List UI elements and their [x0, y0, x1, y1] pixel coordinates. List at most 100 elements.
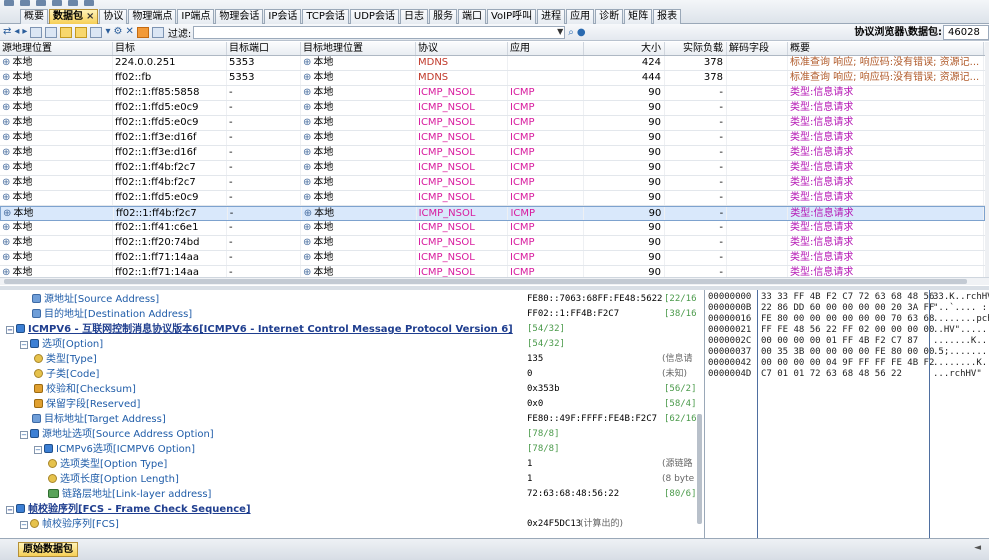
column-header[interactable]: 应用 [508, 42, 584, 55]
hex-row[interactable]: 00000037 00 35 3B 00 00 00 00 FE 80 00 00… [706, 347, 989, 358]
table-row[interactable]: ⊕ 本地 ff02::1:ff4b:f2c7- ⊕ 本地 ICMP_NSOL ICMP 90-… [0, 176, 985, 191]
tree-node[interactable]: − ICMPv6选项[ICMPV6 Option] [78/8] [0, 442, 704, 457]
table-row[interactable]: ⊕ 本地 ff02::1:ff71:14aa - ⊕ 本地 ICMP_NSOL ICMP 90-… [0, 251, 985, 266]
packet-count-field[interactable]: 46028 [943, 25, 989, 40]
export-icon[interactable] [151, 26, 164, 38]
table-row[interactable]: ⊕ 本地 ff02::1:ff85:5858- ⊕ 本地 ICMP_NSOL ICMP 90-… [0, 86, 985, 101]
highlight-icon[interactable] [75, 26, 88, 38]
tree-node[interactable]: 目的地址[Destination Address] FF02::1:FF4B:F2… [0, 307, 704, 322]
toolbar-icon[interactable] [20, 0, 30, 6]
tab-2[interactable]: 协议 [99, 9, 128, 24]
table-row[interactable]: ⊕ 本地 224.0.0.251 5353 ⊕ 本地 MDNS 424 378 标准查询 响应; … [0, 56, 985, 71]
tree-node[interactable]: 保留字段[Reserved] 0x0 [58/4] [0, 397, 704, 412]
tree-node[interactable]: 子类[Code] 0 (未知) [0, 367, 704, 382]
view-icon[interactable] [30, 26, 43, 38]
tab-9[interactable]: 日志 [399, 9, 428, 24]
forward-icon[interactable]: ▸ [22, 26, 27, 38]
hex-row[interactable]: 00000000 33 33 FF 4B F2 C7 72 63 68 48 56… [706, 292, 989, 303]
tree-node[interactable]: 目标地址[Target Address] FE80::49F:FFFF:FE4B:… [0, 412, 704, 427]
packet-list-vertical-scrollbar[interactable] [985, 42, 989, 277]
tab-12[interactable]: VoIP呼叫 [486, 9, 537, 24]
filter-wizard-icon[interactable]: ⇄ [3, 26, 11, 38]
tree-node[interactable]: − ICMPV6 - 互联网控制消息协议版本6[ICMPV6 - Internet… [0, 322, 704, 337]
table-row[interactable]: ⊕ 本地 ff02::fb 5353 ⊕ 本地 MDNS 444 378 标准查询 响应; 响应码… [0, 71, 985, 86]
column-header[interactable]: 协议 [416, 42, 508, 55]
collapse-toggle-icon[interactable]: − [20, 521, 28, 529]
toolbar-icon[interactable] [52, 0, 62, 6]
toolbar-icon[interactable] [36, 0, 46, 6]
table-row[interactable]: ⊕ 本地 ff02::1:ff41:c6e1- ⊕ 本地 ICMP_NSOL ICMP 90-… [0, 221, 985, 236]
column-header[interactable]: 大小 [584, 42, 665, 55]
tab-raw-packet[interactable]: 原始数据包 [18, 542, 78, 557]
toolbar-icon[interactable] [68, 0, 78, 6]
toolbar-icon[interactable] [84, 0, 94, 6]
tab-1[interactable]: 数据包 × [49, 9, 99, 24]
toolbar-icon[interactable] [4, 0, 14, 6]
collapse-toggle-icon[interactable]: − [20, 431, 28, 439]
tab-8[interactable]: UDP会话 [349, 9, 399, 24]
hex-row[interactable]: 00000042 00 00 00 00 04 9F FF FF FE 4B F2… [706, 358, 989, 369]
tree-node[interactable]: − 源地址选项[Source Address Option] [78/8] [0, 427, 704, 442]
help-icon[interactable]: ● [577, 27, 586, 38]
tab-10[interactable]: 服务 [428, 9, 457, 24]
view-icon[interactable] [45, 26, 58, 38]
table-row[interactable]: ⊕ 本地 ff02::1:ffd5:e0c9- ⊕ 本地 ICMP_NSOL ICMP 90-… [0, 116, 985, 131]
decode-tree-scrollbar[interactable] [697, 414, 702, 524]
column-header[interactable]: 概要 [788, 42, 984, 55]
column-header[interactable]: 目标 [113, 42, 227, 55]
tab-16[interactable]: 矩阵 [624, 9, 653, 24]
scroll-thumb[interactable] [4, 279, 967, 284]
tab-6[interactable]: IP会话 [264, 9, 302, 24]
collapse-toggle-icon[interactable]: − [6, 326, 14, 334]
tab-0[interactable]: 概要 [20, 9, 48, 24]
tree-node[interactable]: 链路层地址[Link-layer address] 72:63:68:48:56:… [0, 487, 704, 502]
tab-14[interactable]: 应用 [566, 9, 595, 24]
table-row[interactable]: ⊕ 本地 ff02::1:ff71:14aa - ⊕ 本地 ICMP_NSOL ICMP 90-… [0, 266, 985, 277]
column-header[interactable]: 目标地理位置 [301, 42, 416, 55]
tab-15[interactable]: 诊断 [595, 9, 624, 24]
tab-4[interactable]: IP端点 [177, 9, 215, 24]
layout-icon[interactable] [90, 26, 103, 38]
column-header[interactable]: 实际负载 [665, 42, 727, 55]
tree-node[interactable]: − 帧校验序列[FCS - Frame Check Sequence] [0, 502, 704, 517]
column-header[interactable]: 解码字段 [727, 42, 788, 55]
tree-node[interactable]: − 选项[Option] [54/32] [0, 337, 704, 352]
close-icon[interactable]: × [86, 11, 94, 22]
table-row[interactable]: ⊕ 本地 ff02::1:ff4b:f2c7- ⊕ 本地 ICMP_NSOL ICMP 90-… [0, 161, 985, 176]
collapse-toggle-icon[interactable]: − [6, 506, 14, 514]
chevron-down-icon[interactable]: ▼ [557, 27, 563, 36]
highlight-icon[interactable] [60, 26, 73, 38]
options-icon[interactable]: ⚙ [113, 26, 122, 38]
tree-node[interactable]: 源地址[Source Address] FE80::7063:68FF:FE48:… [0, 292, 704, 307]
hex-row[interactable]: 00000016 FE 80 00 00 00 00 00 00 70 63 68… [706, 314, 989, 325]
back-icon[interactable]: ◂ [14, 26, 19, 38]
hex-row[interactable]: 00000021 FF FE 48 56 22 FF 02 00 00 00 00… [706, 325, 989, 336]
decode-icon[interactable]: ▾ [105, 26, 110, 38]
table-row[interactable]: ⊕ 本地 ff02::1:ff4b:f2c7- ⊕ 本地 ICMP_NSOL ICMP 90-… [0, 206, 985, 221]
collapse-toggle-icon[interactable]: − [34, 446, 42, 454]
hex-row[interactable]: 0000002C 00 00 00 00 01 FF 4B F2 C7 87...… [706, 336, 989, 347]
tab-11[interactable]: 端口 [457, 9, 486, 24]
tree-node[interactable]: 校验和[Checksum] 0x353b [56/2] [0, 382, 704, 397]
tab-5[interactable]: 物理会话 [215, 9, 264, 24]
tab-13[interactable]: 进程 [537, 9, 566, 24]
hex-row[interactable]: 0000000B 22 86 DD 60 00 00 00 00 20 3A FF… [706, 303, 989, 314]
collapse-toggle-icon[interactable]: − [20, 341, 28, 349]
filter-input[interactable]: ▼ [193, 25, 566, 39]
tab-7[interactable]: TCP会话 [302, 9, 349, 24]
table-row[interactable]: ⊕ 本地 ff02::1:ffd5:e0c9- ⊕ 本地 ICMP_NSOL ICMP 90-… [0, 101, 985, 116]
tree-node[interactable]: 选项长度[Option Length] 1 (8 byte [0, 472, 704, 487]
table-row[interactable]: ⊕ 本地 ff02::1:ffd5:e0c9- ⊕ 本地 ICMP_NSOL ICMP 90-… [0, 191, 985, 206]
column-header[interactable]: 源地理位置 [0, 42, 113, 55]
collapse-arrow-icon[interactable]: ◄ [974, 543, 981, 553]
column-header[interactable]: 目标端口 [227, 42, 301, 55]
table-row[interactable]: ⊕ 本地 ff02::1:ff20:74bd - ⊕ 本地 ICMP_NSOL ICMP 90-… [0, 236, 985, 251]
table-row[interactable]: ⊕ 本地 ff02::1:ff3e:d16f - ⊕ 本地 ICMP_NSOL ICMP 90-… [0, 146, 985, 161]
hex-row[interactable]: 0000004D C7 01 01 72 63 68 48 56 22 ...rch… [706, 369, 989, 380]
bookmark-icon[interactable] [136, 26, 149, 38]
search-icon[interactable]: ⌕ [568, 27, 574, 38]
tree-node[interactable]: 选项类型[Option Type] 1 (源链路 [0, 457, 704, 472]
packet-list-horizontal-scrollbar[interactable] [0, 277, 989, 285]
tab-3[interactable]: 物理端点 [128, 9, 177, 24]
tools-icon[interactable]: ✕ [125, 26, 133, 38]
